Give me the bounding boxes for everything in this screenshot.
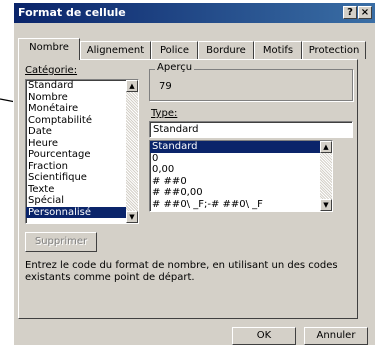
list-item[interactable]: Monétaire xyxy=(26,103,138,115)
list-item[interactable]: Heure xyxy=(26,138,138,150)
annuler-button[interactable]: Annuler xyxy=(304,327,368,345)
list-item[interactable]: 0,00 xyxy=(150,164,332,176)
list-item[interactable]: Scientifique xyxy=(26,172,138,184)
list-item[interactable]: # ##0\ _F;-# ##0\ _F xyxy=(150,199,332,211)
scroll-down-icon[interactable]: ▼ xyxy=(126,211,138,223)
help-button[interactable]: ? xyxy=(343,6,357,19)
description-text: Entrez le code du format de nombre, en u… xyxy=(25,260,338,283)
title-bar: Format de cellule ? × xyxy=(14,3,375,23)
type-label: Type: xyxy=(151,108,178,119)
scroll-up-icon[interactable]: ▲ xyxy=(320,141,332,153)
close-button[interactable]: × xyxy=(358,6,372,19)
list-item[interactable]: Nombre xyxy=(26,92,138,104)
type-input[interactable]: Standard xyxy=(149,121,353,138)
list-item-selected[interactable]: Personnalisé xyxy=(26,206,138,218)
tab-nombre[interactable]: Nombre xyxy=(18,38,80,60)
type-listbox[interactable]: Standard 0 0,00 # ##0 # ##0,00 # ##0\ _F… xyxy=(149,140,333,212)
list-item[interactable]: 0 xyxy=(150,153,332,165)
tab-police[interactable]: Police xyxy=(151,41,198,59)
apercu-value: 79 xyxy=(159,81,172,92)
list-item[interactable]: Spécial xyxy=(26,195,138,207)
list-item[interactable]: Fraction xyxy=(26,161,138,173)
apercu-group xyxy=(149,69,353,101)
tab-bordure[interactable]: Bordure xyxy=(198,41,254,59)
list-item[interactable]: Texte xyxy=(26,184,138,196)
apercu-label: Aperçu xyxy=(155,62,195,73)
list-item[interactable]: Pourcentage xyxy=(26,149,138,161)
scroll-up-icon[interactable]: ▲ xyxy=(126,80,138,92)
list-item[interactable]: Date xyxy=(26,126,138,138)
list-item-selected[interactable]: Standard xyxy=(150,141,332,153)
list-item[interactable]: # ##0,00 xyxy=(150,187,332,199)
category-listbox[interactable]: Standard Nombre Monétaire Comptabilité D… xyxy=(25,79,139,224)
ok-button[interactable]: OK xyxy=(232,327,296,345)
list-item[interactable]: Comptabilité xyxy=(26,115,138,127)
tab-protection[interactable]: Protection xyxy=(302,41,366,59)
supprimer-button[interactable]: Supprimer xyxy=(25,232,97,252)
dialog-title: Format de cellule xyxy=(18,6,126,19)
format-cells-dialog: Format de cellule ? × Nombre Alignement … xyxy=(13,2,375,345)
type-scrollbar[interactable]: ▲ ▼ xyxy=(320,141,332,211)
scroll-down-icon[interactable]: ▼ xyxy=(320,199,332,211)
list-item[interactable]: # ##0 xyxy=(150,176,332,188)
tab-alignement[interactable]: Alignement xyxy=(80,41,151,59)
tab-panel-nombre: Catégorie: Standard Nombre Monétaire Com… xyxy=(18,59,358,319)
tab-motifs[interactable]: Motifs xyxy=(254,41,302,59)
category-scrollbar[interactable]: ▲ ▼ xyxy=(126,80,138,223)
list-item[interactable]: Standard xyxy=(26,80,138,92)
category-label: Catégorie: xyxy=(25,65,78,76)
